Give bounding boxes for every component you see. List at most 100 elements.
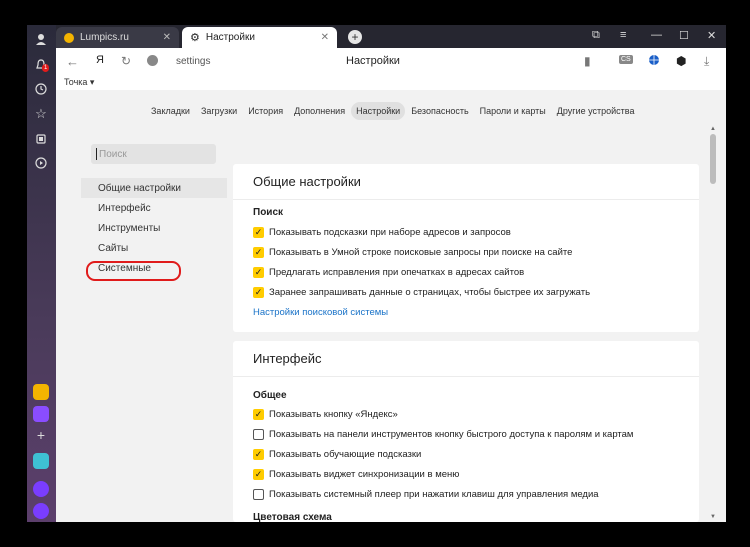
option-label: Показывать в Умной строке поисковые запр…: [269, 246, 573, 258]
notification-badge: 1: [42, 64, 50, 72]
divider: [233, 199, 699, 200]
back-arrow-icon[interactable]: ←: [66, 54, 79, 69]
bookmark-folder-tochka[interactable]: Точка ▾: [64, 77, 94, 88]
sites-highlight-ring: [86, 261, 181, 281]
url-text[interactable]: settings: [176, 56, 210, 67]
lumpics-favicon-icon: [64, 32, 74, 43]
window-close-icon[interactable]: ✕: [707, 29, 716, 42]
option-media-player[interactable]: Показывать системный плеер при нажатии к…: [253, 487, 599, 501]
nav-bookmarks[interactable]: Закладки: [146, 102, 195, 120]
option-tips[interactable]: ✓ Показывать обучающие подсказки: [253, 447, 421, 461]
scroll-thumb[interactable]: [710, 134, 716, 184]
option-yandex-button[interactable]: ✓ Показывать кнопку «Яндекс»: [253, 407, 398, 421]
new-tab-button[interactable]: +: [348, 30, 362, 44]
section-sites[interactable]: Сайты: [81, 238, 227, 258]
address-bar: ← Я ↻ settings Настройки ▮ CS ⬢ ⤓: [56, 48, 726, 77]
option-label: Показывать обучающие подсказки: [269, 448, 422, 460]
reload-icon[interactable]: ↻: [121, 54, 131, 68]
menu-icon[interactable]: ≡: [620, 29, 626, 41]
vpn-globe-icon[interactable]: [648, 54, 660, 69]
checkbox-checked-icon[interactable]: ✓: [253, 448, 264, 460]
nav-passwords[interactable]: Пароли и карты: [475, 102, 551, 120]
nav-devices[interactable]: Другие устройства: [552, 102, 640, 120]
tab-strip: Lumpics.ru ✕ ⚙ Настройки ✕ + ⧉ ≡ — ☐ ✕: [56, 25, 726, 48]
search-engine-settings-link[interactable]: Настройки поисковой системы: [253, 307, 388, 318]
nav-settings[interactable]: Настройки: [351, 102, 406, 120]
checkbox-unchecked-icon[interactable]: [253, 488, 264, 500]
maximize-icon[interactable]: ☐: [679, 29, 689, 42]
play-icon[interactable]: [33, 155, 49, 171]
option-label: Показывать на панели инструментов кнопку…: [269, 428, 634, 440]
checkbox-checked-icon[interactable]: ✓: [253, 266, 264, 278]
option-label: Показывать кнопку «Яндекс»: [269, 408, 398, 420]
collections-icon[interactable]: [33, 131, 49, 147]
share-app-icon[interactable]: [33, 453, 49, 469]
gear-icon: ⚙: [190, 32, 200, 44]
notifications-icon[interactable]: 1: [33, 57, 50, 73]
section-general[interactable]: Общие настройки: [81, 178, 227, 198]
settings-nav: Закладки Загрузки История Дополнения Нас…: [146, 102, 640, 120]
card-title: Общие настройки: [253, 174, 361, 189]
extension-cs-icon[interactable]: CS: [619, 55, 633, 64]
checkbox-checked-icon[interactable]: ✓: [253, 468, 264, 480]
settings-page: Закладки Загрузки История Дополнения Нас…: [56, 90, 726, 522]
checkbox-checked-icon[interactable]: ✓: [253, 226, 264, 238]
yandex-button[interactable]: Я: [96, 54, 104, 66]
site-info-icon[interactable]: [147, 55, 158, 66]
tab-lumpics[interactable]: Lumpics.ru ✕: [56, 27, 179, 48]
section-tools[interactable]: Инструменты: [81, 218, 227, 238]
section-title: Поиск: [253, 207, 284, 218]
alice-icon[interactable]: [33, 481, 49, 497]
checkbox-checked-icon[interactable]: ✓: [253, 286, 264, 298]
tab-label: Lumpics.ru: [80, 32, 129, 43]
section-title: Общее: [253, 390, 287, 401]
general-settings-card: Общие настройки Поиск ✓ Показывать подска…: [233, 164, 699, 332]
page-title: Настройки: [346, 55, 400, 67]
history-icon[interactable]: [33, 81, 49, 97]
checkbox-unchecked-icon[interactable]: [253, 428, 264, 440]
tabs-menu-icon[interactable]: ⧉: [592, 29, 600, 42]
minimize-icon[interactable]: —: [651, 29, 662, 41]
browser-sidebar: 1 ☆ +: [27, 25, 56, 522]
settings-search-input[interactable]: Поиск: [91, 144, 216, 164]
messenger-icon[interactable]: [33, 406, 49, 422]
option-preload[interactable]: ✓ Заранее запрашивать данные о страницах,…: [253, 285, 590, 299]
option-typo-fix[interactable]: ✓ Предлагать исправления при опечатках в …: [253, 265, 524, 279]
option-label: Показывать системный плеер при нажатии к…: [269, 488, 599, 500]
browser-window: 1 ☆ + Lumpics.ru ✕ ⚙ Настройки ✕ + ⧉ ≡ —…: [27, 25, 726, 522]
tab-label: Настройки: [205, 32, 255, 43]
cube-extension-icon[interactable]: ⬢: [676, 54, 686, 68]
scrollbar[interactable]: ▲ ▼: [710, 126, 716, 522]
interface-settings-card: Интерфейс Общее ✓ Показывать кнопку «Янде…: [233, 341, 699, 522]
option-smart-line[interactable]: ✓ Показывать в Умной строке поисковые зап…: [253, 245, 572, 259]
section-title: Цветовая схема: [253, 512, 332, 522]
nav-security[interactable]: Безопасность: [406, 102, 473, 120]
nav-downloads[interactable]: Загрузки: [196, 102, 242, 120]
profile-icon[interactable]: [33, 31, 49, 47]
checkbox-checked-icon[interactable]: ✓: [253, 408, 264, 420]
close-icon[interactable]: ✕: [321, 32, 329, 43]
checkbox-checked-icon[interactable]: ✓: [253, 246, 264, 258]
option-suggestions[interactable]: ✓ Показывать подсказки при наборе адресов…: [253, 225, 511, 239]
search-placeholder: Поиск: [99, 149, 127, 160]
option-passwords-button[interactable]: Показывать на панели инструментов кнопку…: [253, 427, 633, 441]
bookmarks-star-icon[interactable]: ☆: [33, 106, 49, 122]
alice-assistant-icon[interactable]: [33, 503, 49, 519]
divider: [233, 376, 699, 377]
option-label: Показывать подсказки при наборе адресов …: [269, 226, 511, 238]
bookmarks-bar: Точка ▾: [56, 76, 726, 90]
option-sync-widget[interactable]: ✓ Показывать виджет синхронизации в меню: [253, 467, 459, 481]
card-title: Интерфейс: [253, 351, 322, 366]
nav-history[interactable]: История: [243, 102, 288, 120]
option-label: Заранее запрашивать данные о страницах, …: [269, 286, 591, 298]
mail-icon[interactable]: [33, 384, 49, 400]
tab-settings[interactable]: ⚙ Настройки ✕: [182, 27, 337, 48]
scroll-up-icon[interactable]: ▲: [710, 126, 716, 132]
downloads-icon[interactable]: ⤓: [704, 54, 709, 69]
add-app-icon[interactable]: +: [33, 427, 49, 443]
close-icon[interactable]: ✕: [163, 32, 171, 43]
nav-extensions[interactable]: Дополнения: [289, 102, 350, 120]
bookmark-icon[interactable]: ▮: [584, 54, 591, 68]
section-interface[interactable]: Интерфейс: [81, 198, 227, 218]
scroll-down-icon[interactable]: ▼: [710, 514, 716, 520]
